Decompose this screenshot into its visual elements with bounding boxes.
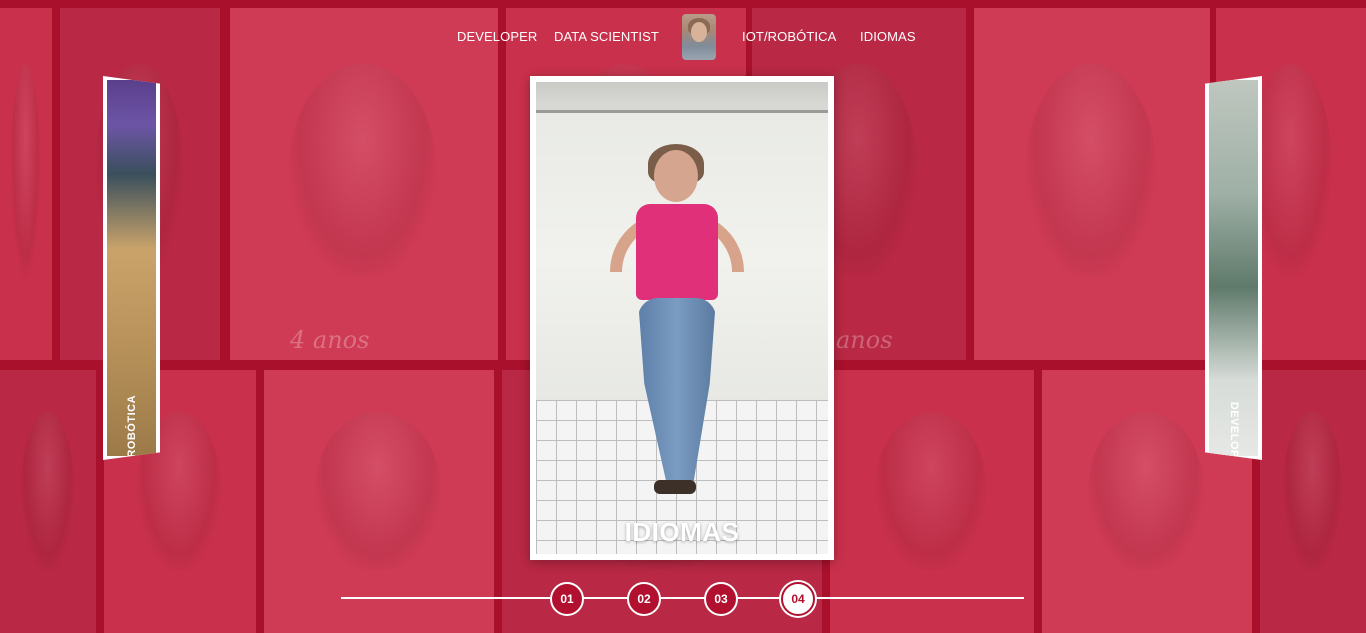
nav-link-idiomas[interactable]: IDIOMAS bbox=[860, 29, 916, 44]
slide-card-previous[interactable]: IOT/ROBÓTICA bbox=[103, 76, 160, 460]
nav-link-data-scientist[interactable]: DATA SCIENTIST bbox=[554, 29, 659, 44]
nav-link-iot-robotica[interactable]: IOT/ROBÓTICA bbox=[742, 29, 836, 44]
slide-image-previous: IOT/ROBÓTICA bbox=[107, 80, 156, 456]
bg-photo-tile bbox=[1260, 370, 1366, 633]
pagination-track bbox=[341, 597, 1024, 599]
slide-title: IDIOMAS bbox=[624, 517, 740, 547]
slide-image-active: IDIOMAS bbox=[536, 82, 828, 554]
slide-pagination: 01 02 03 04 bbox=[341, 581, 1024, 617]
person-shoes bbox=[654, 480, 696, 494]
person-shirt bbox=[636, 204, 718, 300]
person-head bbox=[654, 150, 698, 202]
bg-caption: 4 anos bbox=[290, 326, 370, 354]
slide-image-next: DEVELOPER bbox=[1209, 80, 1258, 456]
slide-label-next: DEVELOPER bbox=[1227, 401, 1240, 456]
slide-card-active[interactable]: IDIOMAS bbox=[530, 76, 834, 560]
bg-caption: anos bbox=[836, 326, 893, 354]
slide-label-previous: IOT/ROBÓTICA bbox=[125, 394, 138, 456]
slide-card-next[interactable]: DEVELOPER bbox=[1205, 76, 1262, 460]
top-navigation: DEVELOPER DATA SCIENTIST IOT/ROBÓTICA ID… bbox=[0, 12, 1366, 62]
page-dot-04[interactable]: 04 bbox=[781, 582, 815, 616]
page-dot-02[interactable]: 02 bbox=[627, 582, 661, 616]
profile-avatar-icon[interactable] bbox=[682, 14, 716, 60]
page-dot-01[interactable]: 01 bbox=[550, 582, 584, 616]
bg-photo-tile bbox=[0, 370, 96, 633]
avatar-face bbox=[691, 22, 707, 42]
page-dot-03[interactable]: 03 bbox=[704, 582, 738, 616]
nav-link-developer[interactable]: DEVELOPER bbox=[457, 29, 537, 44]
